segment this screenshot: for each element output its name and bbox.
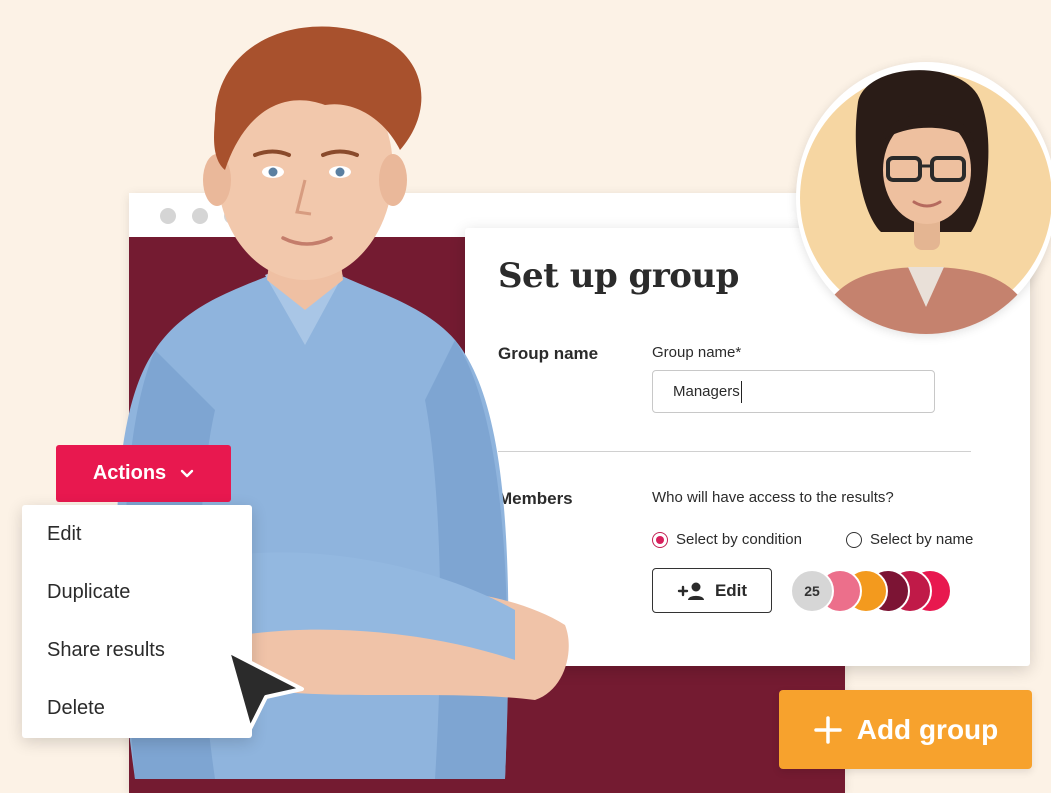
actions-menu: Edit Duplicate Share results Delete <box>22 505 252 738</box>
radio-unchecked-icon[interactable] <box>846 531 862 548</box>
menu-item-duplicate[interactable]: Duplicate <box>47 581 130 604</box>
chevron-down-icon <box>180 469 194 477</box>
plus-icon <box>813 715 842 744</box>
add-person-icon <box>677 582 704 600</box>
menu-item-delete[interactable]: Delete <box>47 697 105 720</box>
actions-button[interactable]: Actions <box>56 445 231 502</box>
member-count-badge: 25 <box>790 569 834 613</box>
menu-item-edit[interactable]: Edit <box>47 523 81 546</box>
radio-select-by-name[interactable]: Select by name <box>846 531 973 548</box>
menu-item-share-results[interactable]: Share results <box>47 639 165 662</box>
woman-profile-photo <box>796 62 1051 334</box>
radio-label: Select by condition <box>676 531 802 548</box>
add-group-label: Add group <box>856 713 999 745</box>
edit-button-label: Edit <box>714 580 748 600</box>
pointer-cursor-icon <box>226 649 304 731</box>
group-name-value: Managers <box>673 383 740 400</box>
actions-label: Actions <box>92 462 167 484</box>
access-question: Who will have access to the results? <box>652 489 894 506</box>
edit-members-button[interactable]: Edit <box>652 568 772 613</box>
radio-label: Select by name <box>870 531 974 548</box>
group-name-field-label: Group name* <box>652 344 742 361</box>
add-group-button[interactable]: Add group <box>779 690 1032 769</box>
text-caret <box>740 380 743 403</box>
group-name-input[interactable]: Managers <box>652 370 935 413</box>
radio-select-by-condition[interactable]: Select by condition <box>652 531 802 548</box>
